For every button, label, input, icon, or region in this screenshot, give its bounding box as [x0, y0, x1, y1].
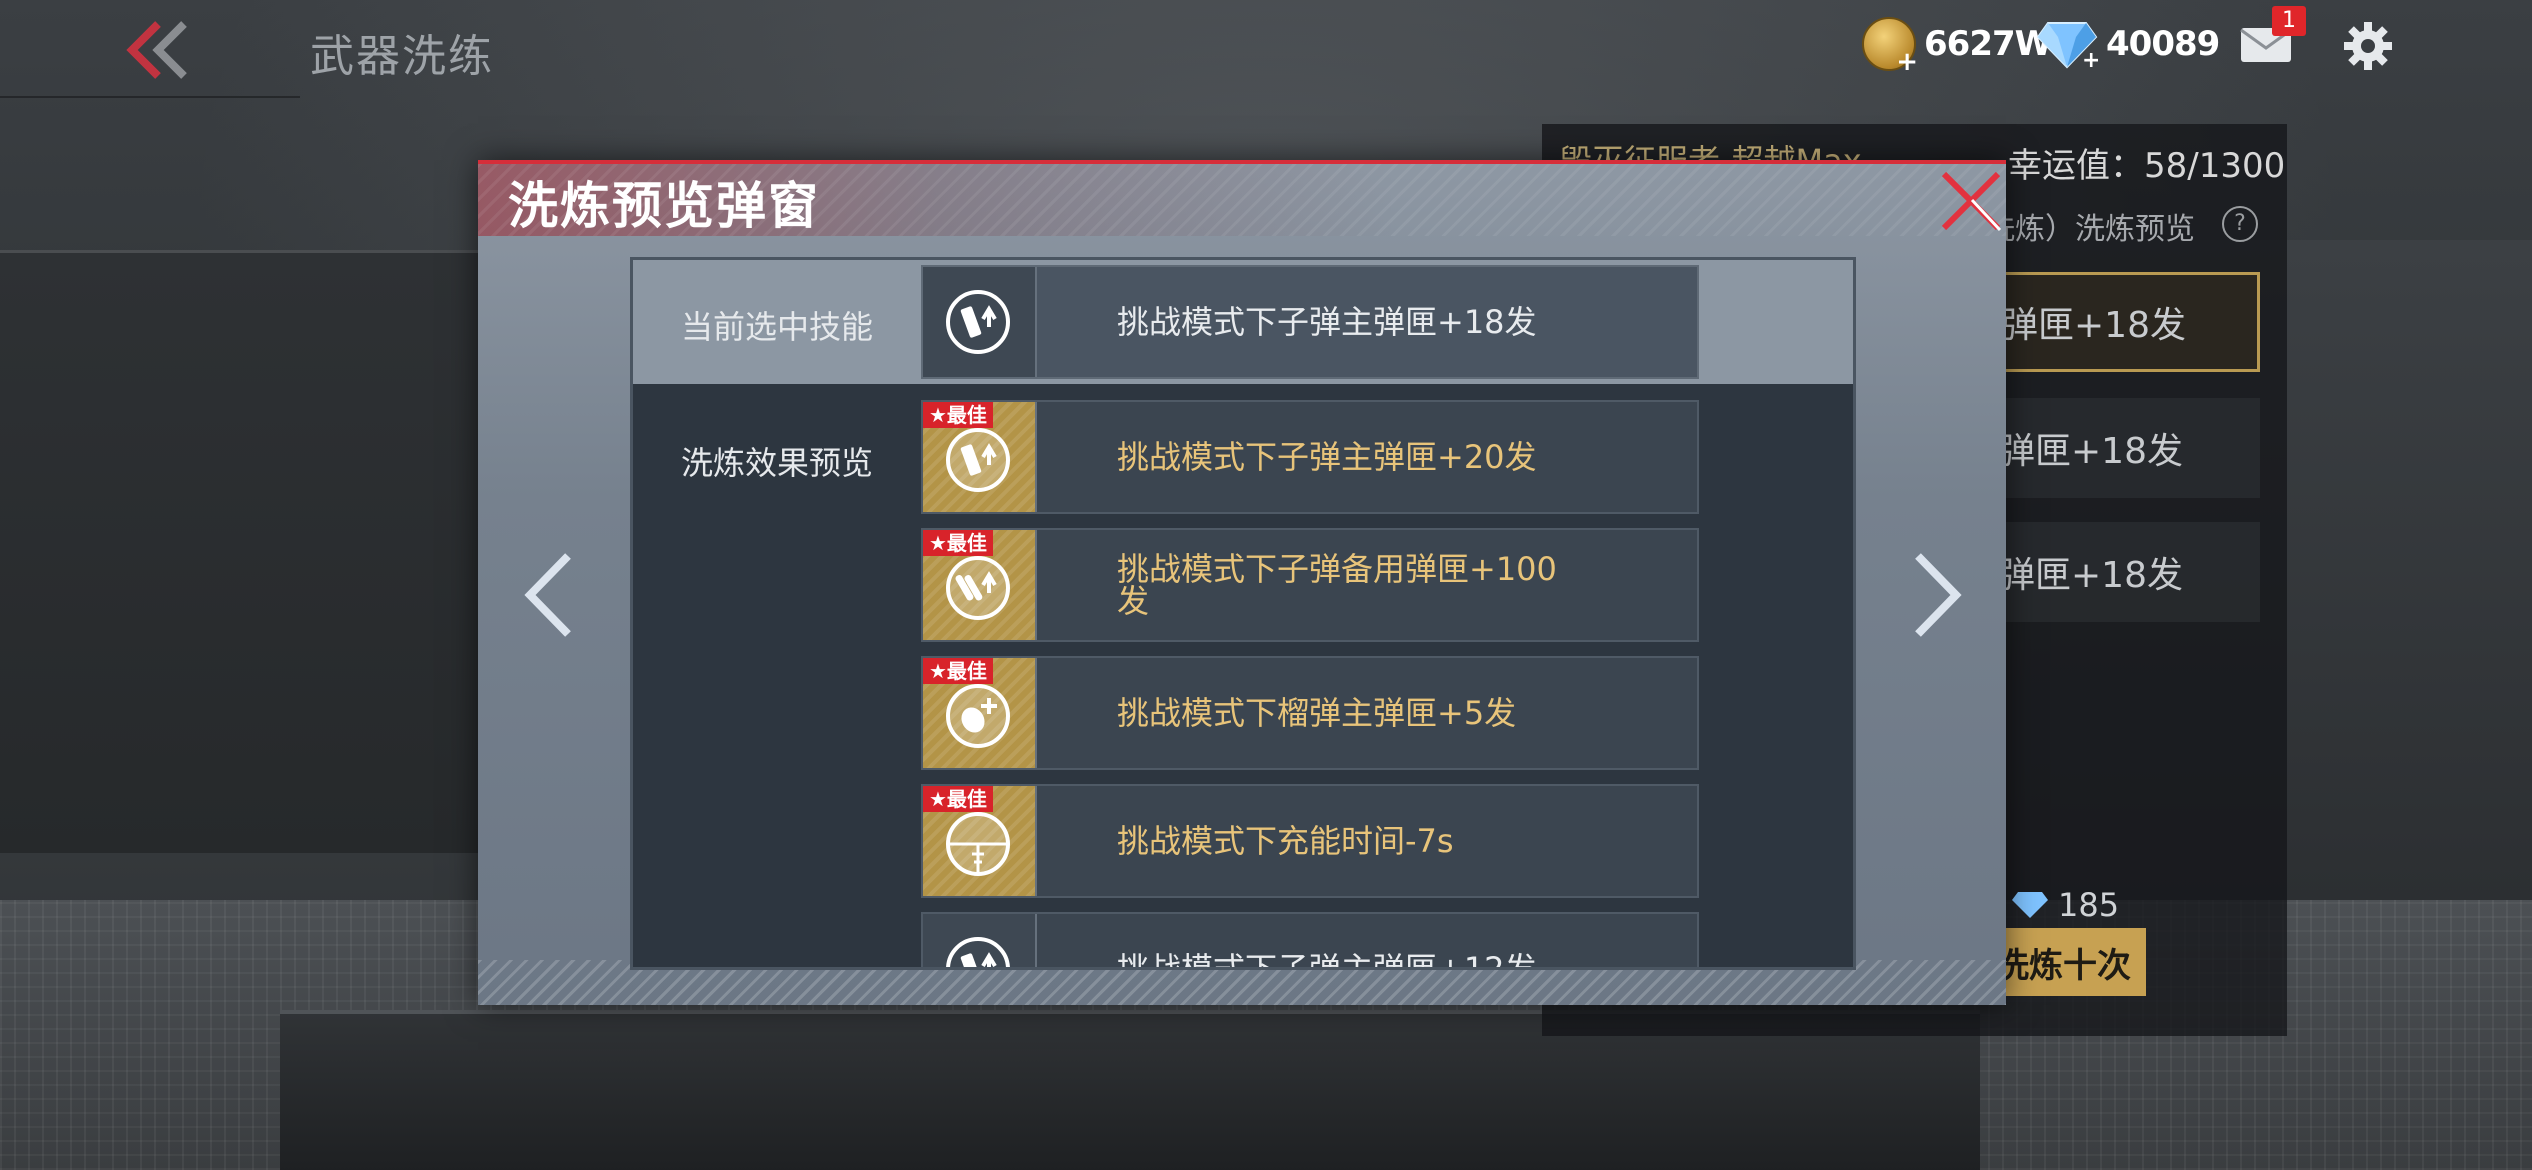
preview-label: 洗炼效果预览: [681, 444, 874, 482]
topbar-divider: [0, 96, 300, 98]
gold-currency[interactable]: 6627W: [1862, 16, 2052, 77]
preview-skill-text: 挑战模式下榴弹主弹匣+5发: [1117, 694, 1517, 732]
magazine-up-icon: [946, 937, 1010, 967]
best-tag: ★最佳: [923, 658, 993, 684]
preview-skill-row[interactable]: ★最佳 挑战模式下子弹主弹匣+20发: [921, 400, 1699, 514]
back-button[interactable]: [118, 18, 208, 82]
refine-preview-modal: 洗炼预览弹窗 当前选中技能 挑战模式下子弹主弹匣+18发 洗炼效果预览 ★最佳 …: [478, 160, 2006, 1005]
prev-arrow-button[interactable]: [518, 550, 578, 640]
current-skill-row: 挑战模式下子弹主弹匣+18发: [921, 265, 1699, 379]
magazine-up-icon: [946, 290, 1010, 354]
page-title: 武器洗练: [310, 31, 494, 82]
refine-cost: 185: [2010, 886, 2119, 924]
modal-title: 洗炼预览弹窗: [508, 177, 820, 235]
chevron-right-icon: [1915, 553, 1962, 637]
chevron-left-icon: [524, 553, 571, 637]
mail-badge: 1: [2272, 6, 2306, 36]
preview-skill-text: 挑战模式下子弹主弹匣+20发: [1117, 438, 1537, 476]
refine-slot-2[interactable]: 弹匣+18发: [1985, 398, 2260, 498]
current-skill-text: 挑战模式下子弹主弹匣+18发: [1117, 303, 1537, 341]
background-console: [0, 250, 480, 853]
diamond-currency[interactable]: + 40089: [2036, 16, 2220, 72]
gear-icon: [2344, 22, 2392, 70]
diamond-amount: 40089: [2106, 24, 2220, 64]
preview-skill-row[interactable]: ★最佳 挑战模式下充能时间-7s: [921, 784, 1699, 898]
refine-preview-link[interactable]: 洗炼）洗炼预览: [1985, 204, 2195, 248]
best-tag: ★最佳: [923, 402, 993, 428]
best-tag: ★最佳: [923, 530, 993, 556]
help-icon[interactable]: ?: [2222, 206, 2258, 242]
refine-cost-value: 185: [2058, 886, 2120, 924]
diamond-icon: +: [2036, 22, 2098, 69]
preview-skill-text: 挑战模式下子弹主弹匣+12发: [1117, 950, 1537, 970]
gold-amount: 6627W: [1924, 24, 2052, 64]
gold-coin-icon: [1862, 17, 1918, 77]
current-skill-label: 当前选中技能: [681, 308, 874, 346]
luck-value: 幸运值：58/1300: [2008, 146, 2286, 186]
double-chevron-left-icon: [126, 21, 187, 79]
next-arrow-button[interactable]: [1908, 550, 1968, 640]
settings-button[interactable]: [2340, 18, 2396, 74]
close-button[interactable]: [1936, 164, 2008, 238]
skill-icon-box: ★最佳: [923, 658, 1037, 768]
skill-icon-box: ★最佳: [923, 530, 1037, 640]
close-icon: [1941, 171, 2002, 232]
skill-icon-box: [923, 914, 1037, 967]
preview-skill-text: 挑战模式下充能时间-7s: [1117, 822, 1454, 860]
skill-list-container[interactable]: 当前选中技能 挑战模式下子弹主弹匣+18发 洗炼效果预览 ★最佳 挑战模式下子弹…: [630, 257, 1856, 970]
skill-icon-box: ★最佳: [923, 402, 1037, 512]
preview-skill-row[interactable]: 挑战模式下子弹主弹匣+12发: [921, 912, 1699, 970]
svg-text:+: +: [2082, 48, 2098, 69]
diamond-icon: [2012, 892, 2048, 918]
refine-slot-3[interactable]: 弹匣+18发: [1985, 522, 2260, 622]
preview-skill-text: 挑战模式下子弹备用弹匣+100发: [1117, 550, 1557, 620]
preview-skill-row[interactable]: ★最佳 挑战模式下子弹备用弹匣+100发: [921, 528, 1699, 642]
refine-slot-1[interactable]: 弹匣+18发: [1985, 272, 2260, 372]
skill-icon-box: ★最佳: [923, 786, 1037, 896]
preview-skill-row[interactable]: ★最佳 挑战模式下榴弹主弹匣+5发: [921, 656, 1699, 770]
skill-icon-box: [923, 267, 1037, 377]
best-tag: ★最佳: [923, 786, 993, 812]
